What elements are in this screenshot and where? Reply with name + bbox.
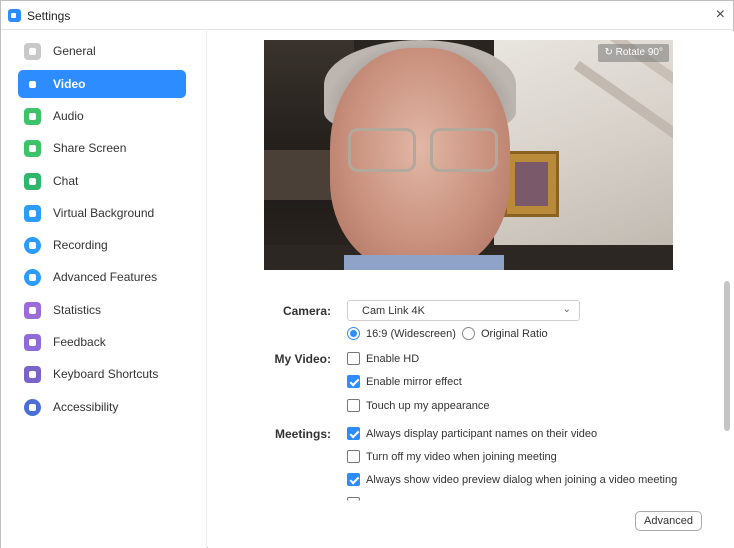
enable-hd-label: Enable HD	[366, 353, 420, 365]
sidebar-item-share-screen[interactable]: Share Screen	[18, 134, 186, 162]
video-preview-dialog-label: Always show video preview dialog when jo…	[366, 474, 678, 486]
turn-off-video-label: Turn off my video when joining meeting	[366, 451, 557, 463]
sidebar-item-virtual-background[interactable]: Virtual Background	[18, 199, 186, 227]
chevron-down-icon: ⌄	[562, 304, 571, 315]
sidebar-item-feedback[interactable]: Feedback	[18, 328, 186, 356]
camera-preview: ↻ Rotate 90°	[264, 40, 673, 270]
rotate-90-button[interactable]: ↻ Rotate 90°	[598, 44, 669, 62]
ratio-original-label: Original Ratio	[481, 328, 548, 340]
sidebar-item-label: Advanced Features	[53, 270, 158, 284]
statistics-icon	[24, 302, 41, 319]
settings-sidebar: General Video Audio Share Screen Chat Vi…	[1, 31, 207, 548]
sidebar-item-label: Video	[53, 77, 86, 91]
sidebar-item-accessibility[interactable]: Accessibility	[18, 393, 186, 421]
keyboard-icon	[24, 366, 41, 383]
display-names-label: Always display participant names on thei…	[366, 428, 598, 440]
sidebar-item-label: Share Screen	[53, 141, 127, 155]
sidebar-item-label: Recording	[53, 238, 108, 252]
my-video-label: My Video:	[274, 352, 331, 366]
share-screen-icon	[24, 140, 41, 157]
video-preview-dialog-checkbox[interactable]	[347, 473, 360, 486]
sidebar-item-keyboard-shortcuts[interactable]: Keyboard Shortcuts	[18, 360, 186, 388]
ratio-widescreen-label: 16:9 (Widescreen)	[366, 328, 456, 340]
virtual-background-icon	[24, 205, 41, 222]
sidebar-item-advanced-features[interactable]: Advanced Features	[18, 263, 186, 291]
scrollbar-thumb[interactable]	[724, 281, 730, 431]
sidebar-item-chat[interactable]: Chat	[18, 167, 186, 195]
sidebar-item-label: Virtual Background	[53, 206, 155, 220]
video-icon	[24, 76, 41, 93]
camera-select-value: Cam Link 4K	[362, 305, 425, 317]
meetings-label: Meetings:	[274, 427, 331, 441]
ratio-widescreen-radio[interactable]	[347, 327, 360, 340]
mirror-effect-checkbox[interactable]	[347, 375, 360, 388]
sidebar-item-label: Audio	[53, 109, 84, 123]
touch-up-label: Touch up my appearance	[366, 400, 490, 412]
advanced-features-icon	[24, 269, 41, 286]
sidebar-item-label: Keyboard Shortcuts	[53, 367, 159, 381]
title-bar: Settings ×	[1, 1, 733, 30]
advanced-button[interactable]: Advanced	[635, 511, 702, 531]
camera-select[interactable]: Cam Link 4K ⌄	[347, 300, 580, 321]
sidebar-item-label: Feedback	[53, 335, 106, 349]
sidebar-item-statistics[interactable]: Statistics	[18, 296, 186, 324]
sidebar-item-label: Chat	[53, 174, 79, 188]
sidebar-item-label: General	[53, 44, 96, 58]
display-names-checkbox[interactable]	[347, 427, 360, 440]
zoom-app-icon	[8, 9, 21, 22]
chat-icon	[24, 173, 41, 190]
close-icon[interactable]: ×	[716, 6, 725, 24]
sidebar-item-general[interactable]: General	[18, 37, 186, 65]
window-title: Settings	[27, 9, 71, 23]
gear-icon	[24, 43, 41, 60]
recording-icon	[24, 237, 41, 254]
sidebar-item-audio[interactable]: Audio	[18, 102, 186, 130]
accessibility-icon	[24, 399, 41, 416]
settings-window: Settings × General Video Audio Share Scr…	[0, 0, 734, 548]
sidebar-item-recording[interactable]: Recording	[18, 231, 186, 259]
ratio-original-radio[interactable]	[462, 327, 475, 340]
turn-off-video-checkbox[interactable]	[347, 450, 360, 463]
video-settings-panel: ↻ Rotate 90° Camera: Cam Link 4K ⌄ 16:9 …	[208, 31, 734, 548]
picture-frame	[504, 151, 559, 217]
sidebar-item-video[interactable]: Video	[18, 70, 186, 98]
sidebar-item-label: Statistics	[53, 303, 102, 317]
enable-hd-checkbox[interactable]	[347, 352, 360, 365]
partially-hidden-checkbox[interactable]	[347, 497, 360, 501]
mirror-effect-label: Enable mirror effect	[366, 376, 462, 388]
touch-up-checkbox[interactable]	[347, 399, 360, 412]
sidebar-item-label: Accessibility	[53, 400, 119, 414]
headphones-icon	[24, 108, 41, 125]
camera-label: Camera:	[282, 304, 331, 318]
feedback-icon	[24, 334, 41, 351]
